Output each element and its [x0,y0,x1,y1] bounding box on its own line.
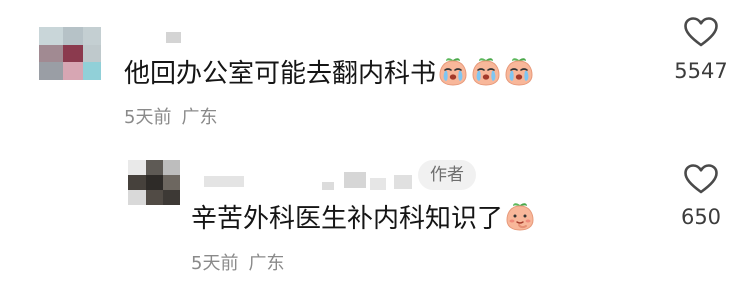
author-badge: 作者 [418,160,476,190]
crying-peach-icon [503,55,535,87]
comment-meta: 5天前 广东 [191,252,284,276]
comment-text: 辛苦外科医生补内科知识了 [191,200,536,236]
avatar[interactable] [39,27,101,80]
comment-meta: 5天前 广东 [124,106,217,130]
comment-location: 广东 [248,253,285,274]
like-count: 650 [680,205,722,229]
like-count: 5547 [674,59,728,83]
heart-icon[interactable] [683,16,719,48]
comment-time: 5天前 [191,253,239,274]
crying-peach-icon [470,55,502,87]
comment-text: 他回办公室可能去翻内科书 [124,55,535,91]
heart-icon[interactable] [683,163,719,195]
username[interactable] [166,32,181,43]
comment-time: 5天前 [124,107,172,128]
shy-peach-icon [504,200,536,232]
username[interactable] [204,172,414,192]
avatar[interactable] [128,160,180,205]
comment-location: 广东 [181,107,218,128]
crying-peach-icon [437,55,469,87]
